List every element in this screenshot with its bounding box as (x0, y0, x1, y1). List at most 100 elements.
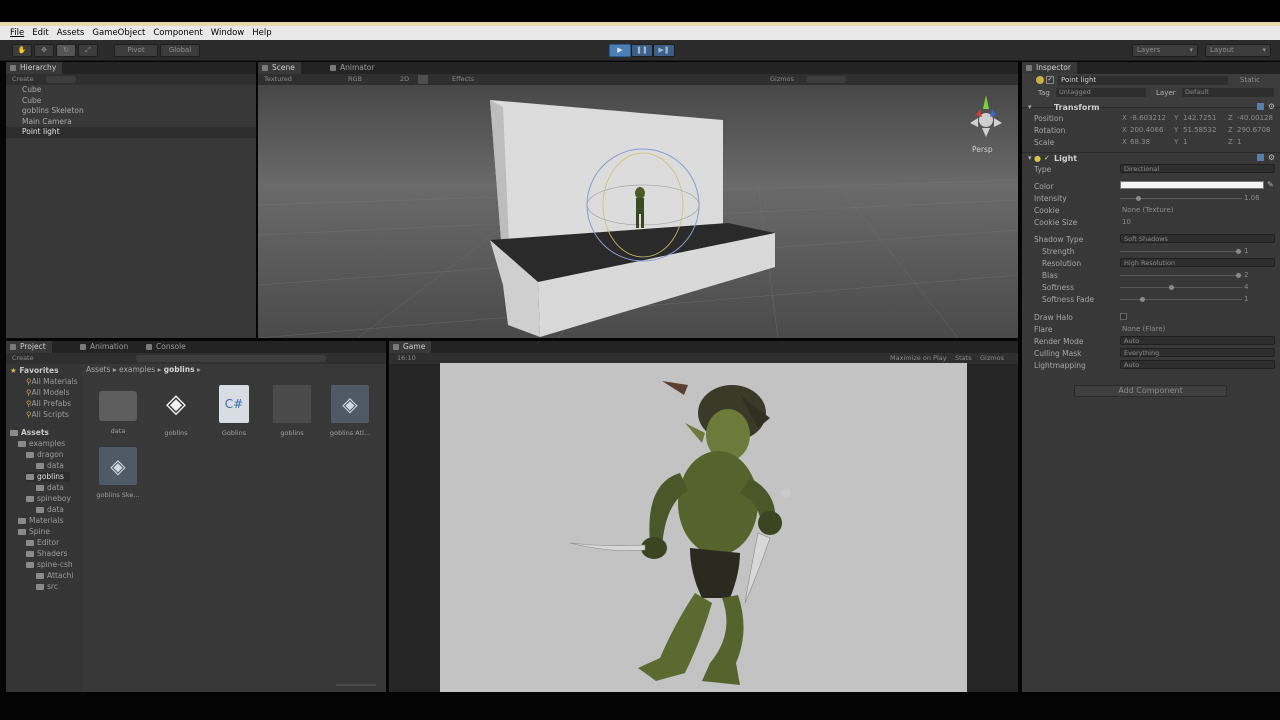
strength-value[interactable]: 1 (1244, 247, 1248, 255)
shadow-type-dropdown[interactable]: Soft Shadows (1120, 234, 1275, 243)
breadcrumb-item[interactable]: examples (119, 365, 155, 374)
tree-folder[interactable]: data (36, 505, 64, 515)
tree-folder[interactable]: Spine (18, 527, 50, 537)
cookie-field[interactable]: None (Texture) (1122, 206, 1174, 214)
softness-slider[interactable] (1120, 285, 1242, 290)
static-toggle[interactable]: Static (1240, 76, 1260, 84)
resolution-dropdown[interactable]: High Resolution (1120, 258, 1275, 267)
tree-folder[interactable]: Shaders (26, 549, 67, 559)
slider-knob[interactable] (1236, 273, 1241, 278)
flare-field[interactable]: None (Flare) (1122, 325, 1165, 333)
hierarchy-search-input[interactable] (46, 76, 76, 83)
slider-knob[interactable] (1140, 297, 1145, 302)
tree-folder[interactable]: examples (18, 439, 65, 449)
rotation-y-field[interactable]: 51.58532 (1183, 126, 1216, 134)
scene-viewport[interactable]: Persp (258, 85, 1018, 338)
lightmapping-dropdown[interactable]: Auto (1120, 360, 1275, 369)
layout-dropdown[interactable]: Layout ▾ (1205, 44, 1271, 57)
tree-folder[interactable]: Editor (26, 538, 59, 548)
component-help-icon[interactable] (1257, 103, 1264, 110)
pivot-toggle[interactable]: Pivot (114, 44, 158, 57)
thumbnail-size-slider[interactable] (336, 684, 376, 686)
game-viewport[interactable] (440, 363, 967, 692)
component-help-icon[interactable] (1257, 154, 1264, 161)
assets-root[interactable]: Assets (10, 428, 49, 438)
layer-dropdown[interactable]: Default (1182, 88, 1274, 97)
favorite-item[interactable]: ⚲All Scripts (26, 410, 69, 420)
softness-value[interactable]: 4 (1244, 283, 1248, 291)
game-gizmos-dropdown[interactable]: Gizmos (980, 353, 1004, 364)
slider-knob[interactable] (1236, 249, 1241, 254)
hierarchy-item-selected[interactable]: Point light (6, 127, 256, 138)
position-y-field[interactable]: 142.7251 (1183, 114, 1216, 122)
breadcrumb-item-current[interactable]: goblins (164, 365, 195, 374)
favorite-item[interactable]: ⚲All Prefabs (26, 399, 71, 409)
hierarchy-item[interactable]: Cube (6, 85, 256, 96)
asset-item[interactable]: ◈ goblins Atl... (325, 385, 375, 437)
breadcrumb-item[interactable]: Assets (86, 365, 110, 374)
tree-folder[interactable]: Attachi (36, 571, 73, 581)
move-tool-button[interactable]: ✥ (34, 44, 54, 57)
persp-label[interactable]: Persp (972, 145, 993, 154)
softness-fade-value[interactable]: 1 (1244, 295, 1248, 303)
tab-animation[interactable]: Animation (76, 341, 134, 353)
scene-search-input[interactable] (806, 76, 846, 83)
intensity-slider[interactable] (1120, 196, 1242, 201)
bias-value[interactable]: 2 (1244, 271, 1248, 279)
scale-z-field[interactable]: 1 (1237, 138, 1241, 146)
favorites-header[interactable]: ★ Favorites (10, 366, 59, 376)
strength-slider[interactable] (1120, 249, 1242, 254)
slider-knob[interactable] (1136, 196, 1141, 201)
scene-gizmos-dropdown[interactable]: Gizmos (770, 74, 794, 85)
render-mode-dropdown[interactable]: Auto (1120, 336, 1275, 345)
scale-tool-button[interactable]: ⤢ (78, 44, 98, 57)
tab-game[interactable]: Game (389, 341, 432, 353)
intensity-value[interactable]: 1.06 (1244, 194, 1260, 202)
tree-folder[interactable]: spineboy (26, 494, 71, 504)
layers-dropdown[interactable]: Layers ▾ (1132, 44, 1198, 57)
menu-window[interactable]: Window (211, 28, 245, 38)
favorite-item[interactable]: ⚲All Materials (26, 377, 78, 387)
tree-folder[interactable]: data (36, 461, 64, 471)
active-checkbox[interactable]: ✓ (1046, 76, 1054, 84)
asset-item[interactable]: ◈ goblins Ske... (93, 447, 143, 499)
rotation-z-field[interactable]: 290.6708 (1237, 126, 1270, 134)
2d-toggle[interactable]: 2D (400, 74, 409, 85)
hierarchy-item[interactable]: Main Camera (6, 117, 256, 128)
bias-slider[interactable] (1120, 273, 1242, 278)
softness-fade-slider[interactable] (1120, 297, 1242, 302)
position-x-field[interactable]: -8.603212 (1130, 114, 1166, 122)
tree-folder-selected[interactable]: goblins (26, 472, 70, 482)
tree-folder[interactable]: src (36, 582, 58, 592)
asset-item[interactable]: ◈ goblins (151, 385, 201, 437)
tag-dropdown[interactable]: Untagged (1056, 88, 1146, 97)
eyedropper-icon[interactable]: ✎ (1267, 180, 1274, 189)
slider-knob[interactable] (1169, 285, 1174, 290)
color-swatch[interactable] (1120, 181, 1264, 189)
project-search-input[interactable] (136, 355, 326, 362)
effects-dropdown[interactable]: Effects (452, 74, 474, 85)
light-enabled-checkbox[interactable]: ✓ (1044, 154, 1050, 162)
object-name-input[interactable]: Point light (1058, 76, 1228, 85)
tree-folder[interactable]: dragon (26, 450, 64, 460)
favorite-item[interactable]: ⚲All Models (26, 388, 70, 398)
asset-item[interactable]: C# Goblins (209, 385, 259, 437)
foldout-arrow-icon[interactable]: ▾ (1028, 103, 1032, 111)
position-z-field[interactable]: -40.00128 (1237, 114, 1273, 122)
add-component-button[interactable]: Add Component (1074, 385, 1227, 397)
hierarchy-item[interactable]: goblins Skeleton (6, 106, 256, 117)
hierarchy-item[interactable]: Cube (6, 96, 256, 107)
tab-console[interactable]: Console (142, 341, 192, 353)
menu-assets[interactable]: Assets (57, 28, 85, 38)
pause-button[interactable]: ❚❚ (631, 44, 653, 57)
rgb-dropdown[interactable]: RGB (348, 74, 362, 85)
scale-y-field[interactable]: 1 (1183, 138, 1187, 146)
hierarchy-create-button[interactable]: Create (12, 75, 34, 83)
tab-animator[interactable]: Animator (326, 62, 380, 74)
menu-file[interactable]: File (10, 28, 24, 38)
menu-edit[interactable]: Edit (32, 28, 48, 38)
menu-help[interactable]: Help (252, 28, 271, 38)
type-dropdown[interactable]: Directional (1120, 164, 1275, 173)
foldout-arrow-icon[interactable]: ▾ (1028, 154, 1032, 162)
culling-mask-dropdown[interactable]: Everything (1120, 348, 1275, 357)
